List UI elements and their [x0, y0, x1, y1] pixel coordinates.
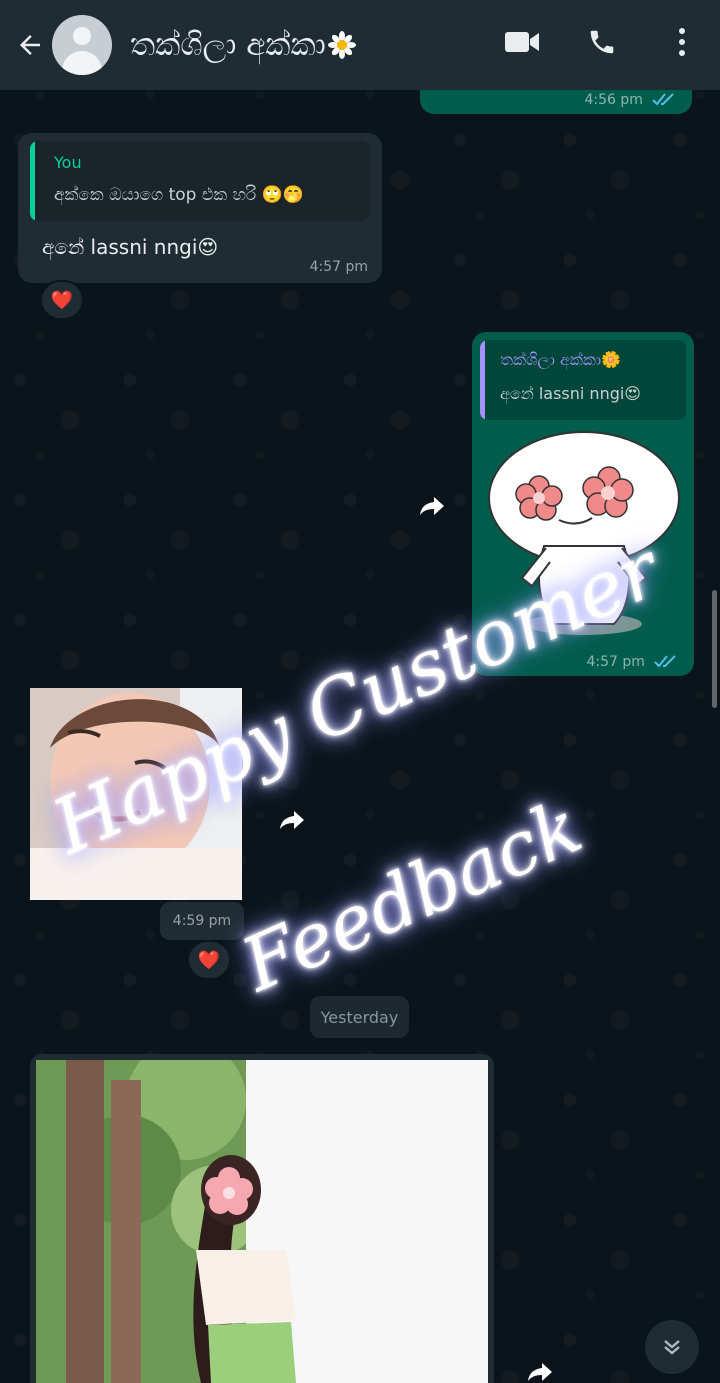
- forward-icon: [420, 497, 444, 515]
- read-ticks-icon: [654, 655, 676, 668]
- message-time: 4:57 pm: [586, 654, 645, 670]
- daisy-icon: [327, 30, 356, 59]
- more-options-button[interactable]: [662, 22, 702, 62]
- more-vert-icon: [679, 28, 685, 56]
- forward-button[interactable]: [412, 486, 452, 526]
- forward-button[interactable]: [272, 800, 312, 840]
- message-bubble-incoming-photo[interactable]: [30, 688, 242, 900]
- message-time: 4:56 pm: [584, 92, 643, 108]
- forward-icon: [528, 1363, 552, 1381]
- sticker-blushing-character: [488, 431, 680, 635]
- read-ticks-icon: [652, 93, 674, 106]
- photo-thumbnail: [30, 688, 242, 900]
- quote-author: You: [54, 153, 82, 172]
- message-bubble-incoming[interactable]: You අක්කෙ ඔයාගෙ top එක හරි 🙄🤭 අනේ lassni…: [18, 133, 382, 283]
- quote-author: තක්ශිලා අක්කා🌼: [500, 350, 622, 369]
- message-bubble-incoming-photo[interactable]: [30, 1054, 494, 1383]
- date-separator: Yesterday: [310, 996, 409, 1038]
- forward-button[interactable]: [520, 1352, 560, 1383]
- arrow-back-icon: [20, 35, 40, 55]
- forward-icon: [280, 811, 304, 829]
- scrollbar[interactable]: [712, 590, 717, 708]
- chat-header: තක්ශිලා අක්කා: [0, 0, 720, 90]
- double-chevron-down-icon: [664, 1340, 680, 1355]
- message-time: 4:57 pm: [309, 259, 368, 275]
- back-button[interactable]: [8, 23, 52, 67]
- contact-name[interactable]: තක්ශිලා අක්කා: [130, 27, 356, 64]
- quoted-message[interactable]: තක්ශිලා අක්කා🌼 අනේ lassni nngi😍: [480, 340, 686, 420]
- message-text: අනේ lassni nngi😍: [42, 235, 219, 259]
- message-bubble-outgoing-sticker[interactable]: තක්ශිලා අක්කා🌼 අනේ lassni nngi😍 4:57 pm: [472, 332, 694, 676]
- voice-call-button[interactable]: [582, 22, 622, 62]
- scroll-to-bottom-button[interactable]: [645, 1320, 699, 1374]
- avatar[interactable]: [52, 15, 112, 75]
- quote-text: අක්කෙ ඔයාගෙ top එක හරි 🙄🤭: [54, 185, 304, 205]
- photo-time-chip: 4:59 pm: [160, 902, 244, 940]
- photo-woman-in-garden: [36, 1060, 488, 1383]
- phone-icon: [590, 30, 614, 54]
- video-call-icon: [505, 32, 539, 52]
- quote-text: අනේ lassni nngi😍: [500, 384, 641, 403]
- reaction-heart[interactable]: ❤️: [187, 940, 231, 980]
- reaction-heart[interactable]: ❤️: [40, 280, 84, 320]
- quoted-message[interactable]: You අක්කෙ ඔයාගෙ top එක හරි 🙄🤭: [30, 141, 370, 221]
- video-call-button[interactable]: [502, 22, 542, 62]
